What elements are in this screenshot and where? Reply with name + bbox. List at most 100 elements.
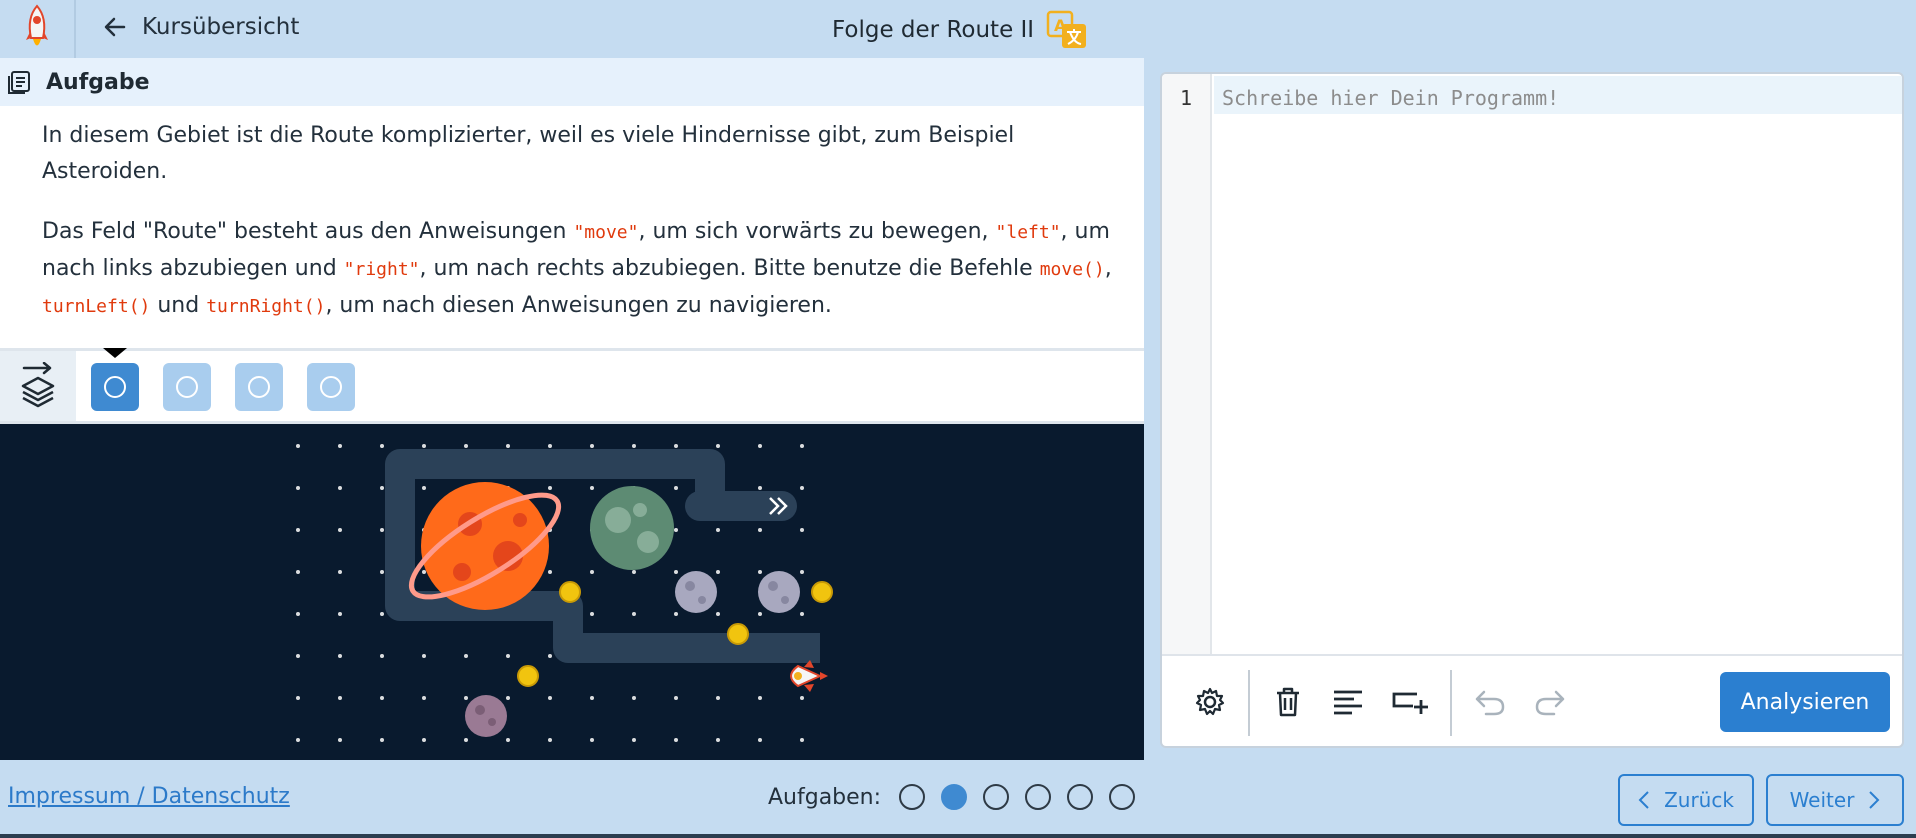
star bbox=[590, 738, 594, 742]
rocket-logo-icon[interactable] bbox=[0, 0, 76, 58]
star bbox=[296, 444, 300, 448]
star bbox=[338, 696, 342, 700]
back-to-course-link[interactable]: Kursübersicht bbox=[104, 14, 299, 40]
star bbox=[338, 444, 342, 448]
task-dot-5[interactable] bbox=[1067, 784, 1094, 810]
star bbox=[716, 570, 720, 574]
redo-button[interactable] bbox=[1524, 676, 1576, 728]
level-button-1[interactable] bbox=[91, 363, 139, 411]
star bbox=[632, 612, 636, 616]
settings-button[interactable] bbox=[1184, 676, 1236, 728]
undo-button[interactable] bbox=[1464, 676, 1516, 728]
star bbox=[338, 654, 342, 658]
star bbox=[338, 486, 342, 490]
star bbox=[338, 570, 342, 574]
star bbox=[548, 486, 552, 490]
star bbox=[590, 486, 594, 490]
trash-icon bbox=[1277, 687, 1299, 717]
task-dot-2[interactable] bbox=[941, 784, 968, 810]
code-input[interactable]: Schreibe hier Dein Programm! bbox=[1222, 86, 1559, 110]
level-button-2[interactable] bbox=[163, 363, 211, 411]
undo-icon bbox=[1475, 690, 1505, 716]
code-turnright-fn: turnRight() bbox=[206, 296, 326, 317]
coin-4 bbox=[517, 665, 539, 687]
analyse-button[interactable]: Analysieren bbox=[1720, 672, 1890, 732]
star bbox=[422, 654, 426, 658]
star bbox=[800, 486, 804, 490]
asteroid-2 bbox=[758, 571, 800, 613]
star bbox=[380, 570, 384, 574]
insert-button[interactable] bbox=[1384, 676, 1436, 728]
star bbox=[296, 738, 300, 742]
code-editor: 1 Schreibe hier Dein Programm! Analysier… bbox=[1160, 72, 1904, 748]
coin-3 bbox=[727, 623, 749, 645]
star bbox=[338, 528, 342, 532]
star bbox=[674, 528, 678, 532]
task-description: In diesem Gebiet ist die Route komplizie… bbox=[42, 118, 1122, 349]
level-button-3[interactable] bbox=[235, 363, 283, 411]
layers-button[interactable] bbox=[0, 351, 76, 421]
star bbox=[758, 612, 762, 616]
star bbox=[380, 696, 384, 700]
star bbox=[422, 444, 426, 448]
star bbox=[380, 528, 384, 532]
star bbox=[800, 570, 804, 574]
task-navigation: Aufgaben: bbox=[768, 784, 1151, 810]
star bbox=[758, 738, 762, 742]
footer-bottom-line bbox=[0, 834, 1916, 838]
star bbox=[548, 654, 552, 658]
code-move: "move" bbox=[573, 222, 639, 243]
star bbox=[632, 570, 636, 574]
star bbox=[338, 738, 342, 742]
star bbox=[506, 444, 510, 448]
star bbox=[674, 444, 678, 448]
coin-1 bbox=[559, 581, 581, 603]
next-button[interactable]: Weiter bbox=[1766, 774, 1904, 826]
delete-button[interactable] bbox=[1262, 676, 1314, 728]
star bbox=[632, 696, 636, 700]
previous-button[interactable]: Zurück bbox=[1618, 774, 1754, 826]
previous-label: Zurück bbox=[1664, 788, 1734, 812]
star bbox=[590, 444, 594, 448]
star bbox=[380, 486, 384, 490]
star bbox=[548, 738, 552, 742]
star bbox=[758, 444, 762, 448]
star bbox=[800, 612, 804, 616]
star bbox=[716, 444, 720, 448]
star bbox=[800, 444, 804, 448]
arrow-left-icon bbox=[104, 17, 126, 37]
star bbox=[674, 486, 678, 490]
star bbox=[632, 444, 636, 448]
chevron-right-icon bbox=[1869, 791, 1880, 809]
star bbox=[296, 570, 300, 574]
imprint-link[interactable]: Impressum / Datenschutz bbox=[8, 784, 290, 809]
task-paragraph-2: Das Feld "Route" besteht aus den Anweisu… bbox=[42, 219, 1112, 318]
star bbox=[800, 738, 804, 742]
format-button[interactable] bbox=[1322, 676, 1374, 728]
asteroid-3 bbox=[465, 695, 507, 737]
task-heading: Aufgabe bbox=[46, 69, 150, 95]
task-paragraph-1: In diesem Gebiet ist die Route komplizie… bbox=[42, 123, 1015, 184]
star bbox=[422, 486, 426, 490]
star bbox=[422, 696, 426, 700]
level-button-4[interactable] bbox=[307, 363, 355, 411]
task-dot-6[interactable] bbox=[1109, 784, 1136, 810]
star bbox=[296, 528, 300, 532]
back-label: Kursübersicht bbox=[142, 14, 300, 40]
redo-icon bbox=[1535, 690, 1565, 716]
code-right: "right" bbox=[343, 259, 420, 280]
star bbox=[548, 570, 552, 574]
task-dot-4[interactable] bbox=[1025, 784, 1052, 810]
task-dot-3[interactable] bbox=[983, 784, 1010, 810]
document-list-icon bbox=[8, 71, 30, 94]
star bbox=[464, 444, 468, 448]
star bbox=[590, 612, 594, 616]
asteroid-1 bbox=[675, 571, 717, 613]
star bbox=[506, 738, 510, 742]
translate-icon[interactable]: A bbox=[1046, 10, 1090, 50]
rocket-player bbox=[790, 660, 828, 692]
task-dot-1[interactable] bbox=[899, 784, 926, 810]
star bbox=[506, 654, 510, 658]
star bbox=[758, 696, 762, 700]
tasks-label: Aufgaben: bbox=[768, 784, 882, 810]
